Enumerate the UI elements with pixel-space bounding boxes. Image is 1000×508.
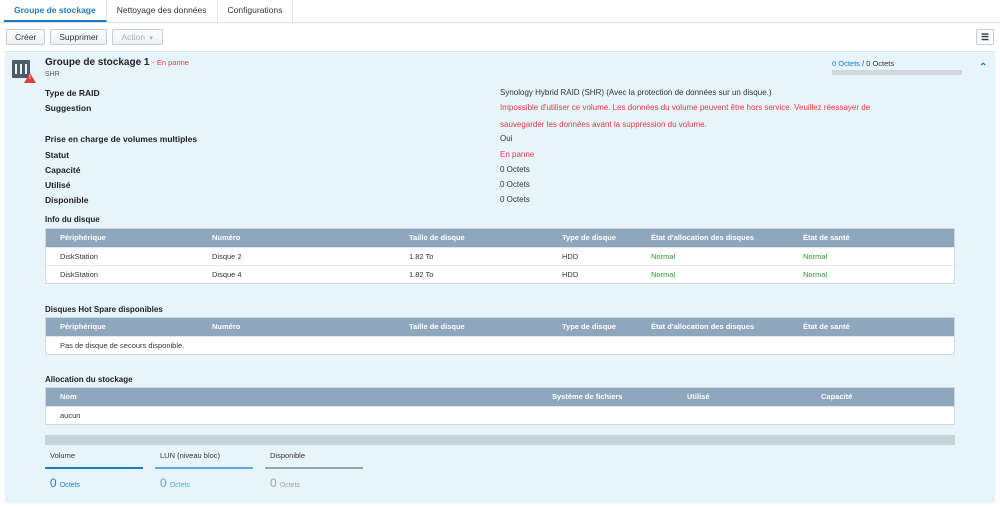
pool-subtitle: SHR	[45, 71, 60, 78]
col-allocation-status[interactable]: État d'allocation des disques	[651, 229, 754, 247]
legend-lun: LUN (niveau bloc) 0 Octets	[155, 451, 253, 491]
cell-type: HDD	[562, 252, 579, 261]
table-header: Nom Système de fichiers Utilisé Capacité	[46, 388, 954, 406]
prop-raid-type-value: Synology Hybrid RAID (SHR) (Avec la prot…	[500, 88, 772, 97]
col-used[interactable]: Utilisé	[687, 388, 710, 406]
col-number[interactable]: Numéro	[212, 318, 240, 336]
pool-title: Groupe de stockage 1 - En panne	[45, 57, 189, 68]
legend-line	[155, 467, 253, 469]
table-row: Pas de disque de secours disponible.	[46, 336, 954, 354]
prop-capacity-label: Capacité	[45, 165, 81, 175]
collapse-icon[interactable]: ⌃	[979, 62, 987, 73]
disk-info-table: Périphérique Numéro Taille de disque Typ…	[45, 228, 955, 284]
allocation-table: Nom Système de fichiers Utilisé Capacité…	[45, 387, 955, 425]
col-disk-type[interactable]: Type de disque	[562, 318, 616, 336]
cell-type: HDD	[562, 270, 579, 279]
prop-available-value: 0 Octets	[500, 195, 530, 204]
allocation-title: Allocation du stockage	[45, 375, 133, 384]
col-disk-type[interactable]: Type de disque	[562, 229, 616, 247]
cell-name: aucun	[60, 411, 81, 420]
prop-used-value: 0 Octets	[500, 180, 530, 189]
legend-value: 0 Octets	[160, 476, 190, 490]
prop-capacity-value: 0 Octets	[500, 165, 530, 174]
warning-icon: !	[24, 73, 36, 83]
col-health-status[interactable]: État de santé	[803, 318, 850, 336]
prop-multi-volume-label: Prise en charge de volumes multiples	[45, 134, 198, 144]
chevron-down-icon: ▼	[148, 36, 155, 42]
table-row[interactable]: aucun	[46, 406, 954, 424]
sort-view-icon[interactable]: ☰	[976, 29, 994, 45]
hot-spare-title: Disques Hot Spare disponibles	[45, 305, 163, 314]
usage-bar	[832, 70, 962, 75]
usage-total: / 0 Octets	[862, 59, 895, 68]
legend-label: LUN (niveau bloc)	[160, 451, 221, 460]
empty-message: Pas de disque de secours disponible.	[60, 341, 185, 350]
action-label: Action	[121, 32, 146, 42]
prop-available-label: Disponible	[45, 195, 89, 205]
cell-number: Disque 4	[212, 270, 242, 279]
cell-health: Normal	[803, 270, 828, 279]
prop-status-value: En panne	[500, 150, 535, 159]
allocation-bar	[45, 435, 955, 445]
hot-spare-table: Périphérique Numéro Taille de disque Typ…	[45, 317, 955, 355]
prop-used-label: Utilisé	[45, 180, 71, 190]
col-device[interactable]: Périphérique	[60, 229, 106, 247]
col-disk-size[interactable]: Taille de disque	[409, 229, 465, 247]
action-dropdown[interactable]: Action ▼	[112, 29, 164, 45]
legend-value: 0 Octets	[270, 476, 300, 490]
cell-size: 1.82 To	[409, 270, 434, 279]
storage-pool-icon: !	[12, 60, 36, 83]
cell-number: Disque 2	[212, 252, 242, 261]
legend-volume: Volume 0 Octets	[45, 451, 143, 491]
legend-line	[45, 467, 143, 469]
table-header: Périphérique Numéro Taille de disque Typ…	[46, 318, 954, 336]
tab-configurations[interactable]: Configurations	[218, 0, 294, 22]
tab-data-scrubbing[interactable]: Nettoyage des données	[107, 0, 218, 22]
legend-available: Disponible 0 Octets	[265, 451, 363, 491]
cell-allocation: Normal	[651, 270, 676, 279]
col-disk-size[interactable]: Taille de disque	[409, 318, 465, 336]
disk-info-title: Info du disque	[45, 215, 100, 224]
pool-usage-text: 0 Octets / 0 Octets	[832, 59, 894, 68]
col-capacity[interactable]: Capacité	[821, 388, 852, 406]
tab-storage-pool[interactable]: Groupe de stockage	[4, 0, 107, 22]
prop-suggestion-value: Impossible d'utiliser ce volume. Les don…	[500, 103, 871, 112]
create-button[interactable]: Créer	[6, 29, 46, 45]
prop-status-label: Statut	[45, 150, 70, 160]
toolbar: Créer Supprimer Action ▼ ☰	[0, 23, 1000, 51]
col-allocation-status[interactable]: État d'allocation des disques	[651, 318, 754, 336]
cell-device: DiskStation	[60, 252, 98, 261]
col-number[interactable]: Numéro	[212, 229, 240, 247]
legend-line	[265, 467, 363, 469]
col-name[interactable]: Nom	[60, 388, 77, 406]
prop-raid-type-label: Type de RAID	[45, 88, 100, 98]
delete-button[interactable]: Supprimer	[50, 29, 108, 45]
prop-suggestion-value-2: sauvegarder les données avant la suppres…	[500, 120, 707, 129]
col-device[interactable]: Périphérique	[60, 318, 106, 336]
legend-label: Disponible	[270, 451, 306, 460]
cell-health: Normal	[803, 252, 828, 261]
cell-device: DiskStation	[60, 270, 98, 279]
cell-size: 1.82 To	[409, 252, 434, 261]
prop-multi-volume-value: Oui	[500, 134, 513, 143]
storage-pool-panel: ! Groupe de stockage 1 - En panne SHR 0 …	[5, 51, 995, 503]
pool-status: - En panne	[152, 58, 189, 67]
table-row[interactable]: DiskStation Disque 2 1.82 To HDD Normal …	[46, 247, 954, 265]
legend-value: 0 Octets	[50, 476, 80, 490]
prop-suggestion-label: Suggestion	[45, 103, 92, 113]
table-header: Périphérique Numéro Taille de disque Typ…	[46, 229, 954, 247]
usage-used: 0 Octets	[832, 59, 860, 68]
cell-allocation: Normal	[651, 252, 676, 261]
col-health-status[interactable]: État de santé	[803, 229, 850, 247]
table-row[interactable]: DiskStation Disque 4 1.82 To HDD Normal …	[46, 265, 954, 283]
col-filesystem[interactable]: Système de fichiers	[552, 388, 622, 406]
tab-bar: Groupe de stockage Nettoyage des données…	[0, 0, 1000, 23]
legend-label: Volume	[50, 451, 76, 460]
